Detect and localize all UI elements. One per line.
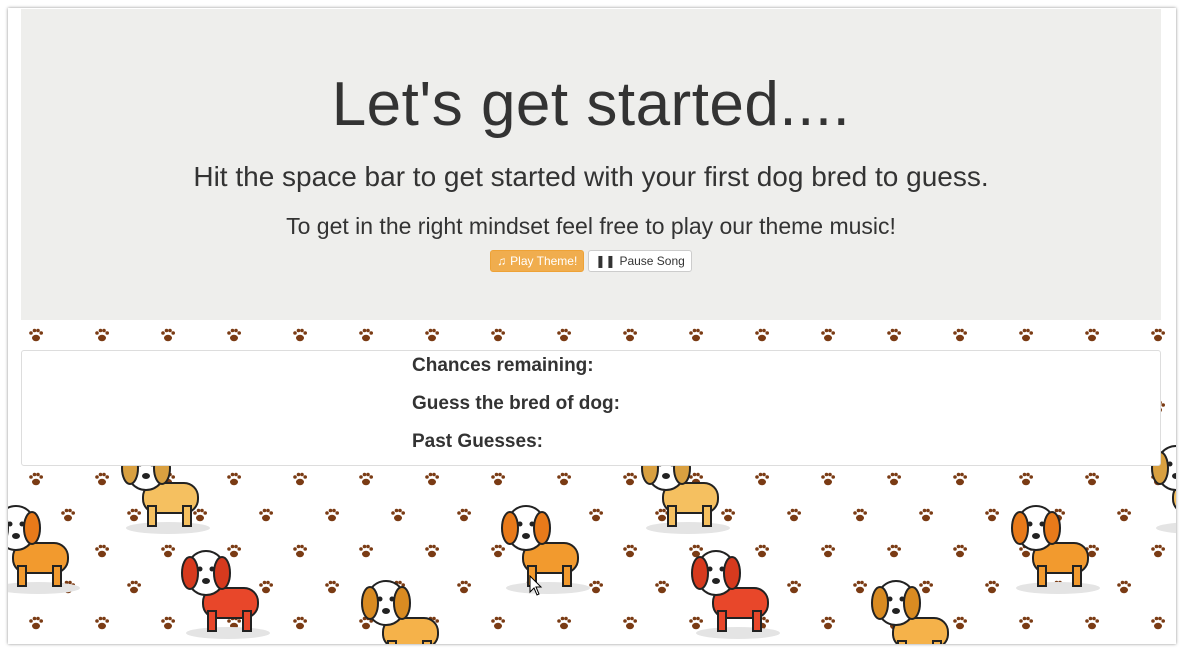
game-status-panel: Chances remaining: Guess the bred of dog… xyxy=(21,350,1161,466)
play-theme-label: Play Theme! xyxy=(510,254,578,268)
paw-print-icon xyxy=(1085,472,1099,486)
corgi-illustration xyxy=(691,550,780,639)
paw-print-icon xyxy=(821,544,835,558)
page-title: Let's get started.... xyxy=(331,70,851,139)
play-theme-button[interactable]: ♫ Play Theme! xyxy=(490,250,585,272)
paw-print-icon xyxy=(853,508,867,522)
paw-print-icon xyxy=(623,328,637,342)
paw-print-icon xyxy=(1019,328,1033,342)
paw-print-icon xyxy=(227,472,241,486)
paw-print-icon xyxy=(557,328,571,342)
music-note-icon: ♫ xyxy=(497,254,507,268)
paw-print-icon xyxy=(557,472,571,486)
paw-print-icon xyxy=(29,616,43,630)
paw-print-icon xyxy=(457,508,471,522)
paw-print-icon xyxy=(227,328,241,342)
mouse-cursor-icon xyxy=(529,575,543,596)
paw-print-icon xyxy=(787,508,801,522)
paw-print-icon xyxy=(457,580,471,594)
paw-print-icon xyxy=(953,472,967,486)
past-guesses-label: Past Guesses: xyxy=(412,431,543,452)
guess-breed-label: Guess the bred of dog: xyxy=(412,393,620,414)
paw-print-icon xyxy=(325,580,339,594)
pause-song-label: Pause Song xyxy=(619,254,685,268)
paw-print-icon xyxy=(425,544,439,558)
paw-print-icon xyxy=(953,544,967,558)
paw-print-icon xyxy=(359,472,373,486)
beagle-illustration xyxy=(1011,505,1100,594)
paw-print-icon xyxy=(1151,328,1165,342)
paw-print-icon xyxy=(127,580,141,594)
paw-print-icon xyxy=(655,580,669,594)
instructions-text: Hit the space bar to get started with yo… xyxy=(193,161,989,192)
music-controls: ♫ Play Theme! ❚❚ Pause Song xyxy=(21,250,1161,272)
paw-print-icon xyxy=(1019,472,1033,486)
paw-print-icon xyxy=(95,616,109,630)
jumbotron: Let's get started.... Hit the space bar … xyxy=(21,9,1161,320)
paw-print-icon xyxy=(95,328,109,342)
pause-song-button[interactable]: ❚❚ Pause Song xyxy=(588,250,692,272)
beagle-illustration xyxy=(501,505,590,594)
paw-print-icon xyxy=(1085,616,1099,630)
paw-print-icon xyxy=(1117,580,1131,594)
paw-print-icon xyxy=(491,616,505,630)
corgi-illustration xyxy=(181,550,270,639)
paw-print-icon xyxy=(623,616,637,630)
paw-print-icon xyxy=(557,616,571,630)
paw-print-icon xyxy=(689,328,703,342)
paw-print-icon xyxy=(491,328,505,342)
paw-print-icon xyxy=(755,328,769,342)
paw-print-icon xyxy=(425,328,439,342)
paw-print-icon xyxy=(821,472,835,486)
paw-print-icon xyxy=(259,508,273,522)
browser-viewport: Let's get started.... Hit the space bar … xyxy=(8,8,1176,644)
paw-print-icon xyxy=(755,472,769,486)
paw-print-icon xyxy=(1019,616,1033,630)
paw-print-icon xyxy=(887,328,901,342)
beagle-illustration xyxy=(8,505,80,594)
paw-print-icon xyxy=(293,616,307,630)
paw-print-icon xyxy=(821,328,835,342)
paw-print-icon xyxy=(787,580,801,594)
pause-icon: ❚❚ xyxy=(595,254,616,268)
chances-remaining-label: Chances remaining: xyxy=(412,355,594,376)
paw-print-icon xyxy=(391,508,405,522)
paw-print-icon xyxy=(325,508,339,522)
paw-print-icon xyxy=(1151,616,1165,630)
paw-print-icon xyxy=(161,328,175,342)
paw-print-icon xyxy=(491,472,505,486)
paw-print-icon xyxy=(1085,328,1099,342)
paw-print-icon xyxy=(821,616,835,630)
bulldog-illustration xyxy=(361,580,439,644)
paw-print-icon xyxy=(919,508,933,522)
paw-print-icon xyxy=(425,472,439,486)
paw-print-icon xyxy=(887,472,901,486)
paw-print-icon xyxy=(359,544,373,558)
paw-print-icon xyxy=(293,328,307,342)
paw-print-icon xyxy=(887,544,901,558)
paw-print-icon xyxy=(29,328,43,342)
paw-print-icon xyxy=(293,544,307,558)
paw-print-icon xyxy=(359,328,373,342)
paw-print-icon xyxy=(293,472,307,486)
paw-print-icon xyxy=(623,544,637,558)
paw-print-icon xyxy=(953,328,967,342)
bulldog-illustration xyxy=(871,580,949,644)
paw-print-icon xyxy=(95,544,109,558)
paw-print-icon xyxy=(1151,544,1165,558)
music-prompt-text: To get in the right mindset feel free to… xyxy=(286,213,896,239)
paw-print-icon xyxy=(29,472,43,486)
paw-print-icon xyxy=(1117,508,1131,522)
